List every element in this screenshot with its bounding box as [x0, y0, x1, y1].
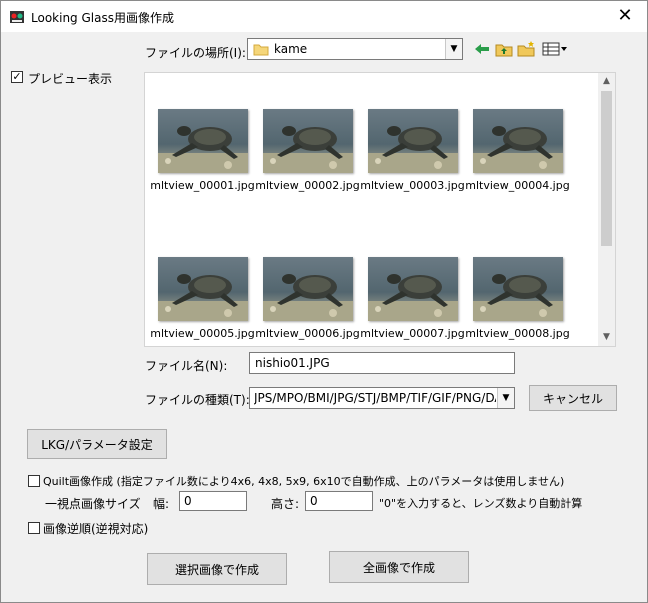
back-arrow-icon[interactable]: [473, 41, 491, 57]
height-input[interactable]: 0: [305, 491, 373, 511]
lkg-parameter-button[interactable]: LKG/パラメータ設定: [27, 429, 167, 459]
filename-input[interactable]: nishio01.JPG: [249, 352, 515, 374]
view-menu-icon[interactable]: [542, 41, 568, 57]
thumbnail-image: [367, 257, 458, 321]
file-name: mltview_00006.jpg: [255, 327, 360, 340]
file-name: mltview_00001.jpg: [150, 179, 255, 192]
width-input[interactable]: 0: [179, 491, 247, 511]
file-name: mltview_00007.jpg: [360, 327, 465, 340]
file-item[interactable]: mltview_00002.jpg: [255, 109, 360, 192]
vertical-scrollbar[interactable]: ▲ ▼: [598, 73, 615, 346]
preview-label: プレビュー表示: [28, 72, 113, 86]
new-folder-icon[interactable]: [517, 41, 535, 57]
reverse-label: 画像逆順(逆視対応): [43, 522, 149, 536]
scroll-up-icon[interactable]: ▲: [598, 73, 615, 90]
folder-icon: [253, 44, 269, 56]
create-all-button[interactable]: 全画像で作成: [329, 551, 469, 583]
location-value: kame: [274, 42, 308, 56]
thumbnail-image: [472, 109, 563, 173]
file-name: mltview_00003.jpg: [360, 179, 465, 192]
create-selected-button[interactable]: 選択画像で作成: [147, 553, 287, 585]
filetype-combo[interactable]: JPS/MPO/BMI/JPG/STJ/BMP/TIF/GIF/PNG/DAS …: [249, 387, 515, 409]
close-icon[interactable]: ✕: [609, 5, 641, 27]
title-bar: Looking Glass用画像作成 ✕: [1, 1, 647, 32]
scrollbar-thumb[interactable]: [601, 91, 612, 246]
width-label: 幅:: [153, 497, 170, 511]
preview-checkbox[interactable]: ✓: [11, 71, 23, 83]
file-item[interactable]: mltview_00005.jpg: [150, 257, 255, 340]
file-item[interactable]: mltview_00007.jpg: [360, 257, 465, 340]
quilt-label: Quilt画像作成 (指定ファイル数により4x6, 4x8, 5x9, 6x10…: [43, 475, 565, 488]
file-item[interactable]: mltview_00003.jpg: [360, 109, 465, 192]
app-icon: [10, 11, 24, 23]
thumbnail-image: [367, 109, 458, 173]
file-item[interactable]: mltview_00008.jpg: [465, 257, 570, 340]
up-folder-icon[interactable]: [495, 41, 513, 57]
reverse-checkbox[interactable]: [28, 522, 40, 534]
chevron-down-icon[interactable]: ▼: [445, 39, 462, 59]
file-list[interactable]: mltview_00001.jpg mltview_00002.jpg mltvie…: [144, 72, 616, 347]
location-combo[interactable]: kame ▼: [247, 38, 463, 60]
filetype-label: ファイルの種類(T):: [145, 393, 250, 407]
viewpoint-label: 一視点画像サイズ: [45, 497, 141, 511]
dialog-window: Looking Glass用画像作成 ✕ ファイルの場所(I): kame ▼ …: [0, 0, 648, 603]
scroll-down-icon[interactable]: ▼: [598, 329, 615, 346]
file-item[interactable]: mltview_00004.jpg: [465, 109, 570, 192]
file-name: mltview_00005.jpg: [150, 327, 255, 340]
quilt-checkbox[interactable]: [28, 475, 40, 487]
file-item[interactable]: mltview_00006.jpg: [255, 257, 360, 340]
file-name: mltview_00004.jpg: [465, 179, 570, 192]
height-label: 高さ:: [271, 497, 300, 511]
chevron-down-icon[interactable]: ▼: [497, 388, 514, 408]
filetype-value: JPS/MPO/BMI/JPG/STJ/BMP/TIF/GIF/PNG/DAS: [254, 391, 496, 405]
file-name: mltview_00002.jpg: [255, 179, 360, 192]
window-title: Looking Glass用画像作成: [31, 11, 174, 25]
thumbnail-image: [262, 109, 353, 173]
cancel-button[interactable]: キャンセル: [529, 385, 617, 411]
location-label: ファイルの場所(I):: [145, 46, 246, 60]
thumbnail-image: [262, 257, 353, 321]
thumbnail-image: [472, 257, 563, 321]
file-name: mltview_00008.jpg: [465, 327, 570, 340]
file-item[interactable]: mltview_00001.jpg: [150, 109, 255, 192]
filename-label: ファイル名(N):: [145, 359, 228, 373]
thumbnail-image: [157, 109, 248, 173]
thumbnail-image: [157, 257, 248, 321]
auto-calc-hint: "0"を入力すると、レンズ数より自動計算: [379, 497, 583, 510]
